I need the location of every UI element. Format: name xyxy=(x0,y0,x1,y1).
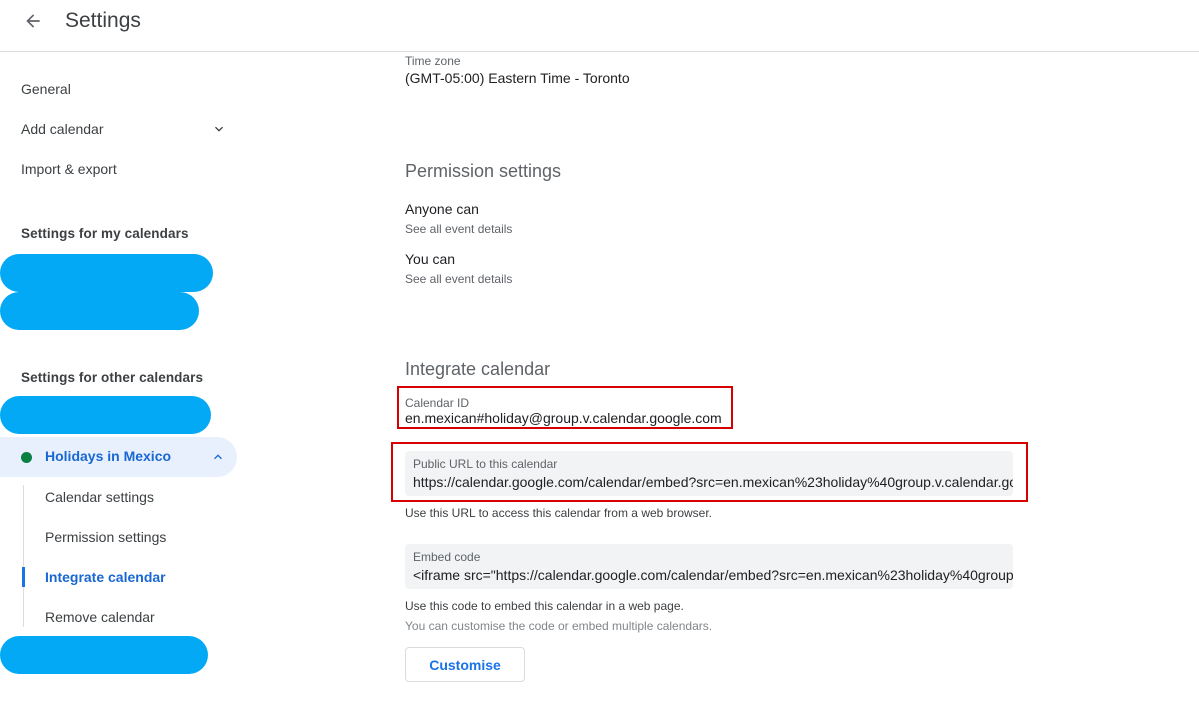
timezone-label: Time zone xyxy=(405,54,461,68)
redacted-calendar-item xyxy=(0,254,213,292)
public-url-field[interactable]: Public URL to this calendar https://cale… xyxy=(405,451,1013,496)
page-title: Settings xyxy=(65,9,141,32)
calendar-id-label: Calendar ID xyxy=(405,396,470,410)
redacted-calendar-item xyxy=(0,396,211,434)
embed-code-hint-secondary: You can customise the code or embed mult… xyxy=(405,619,713,633)
my-calendars-heading: Settings for my calendars xyxy=(21,226,189,241)
sidebar-subitem-remove-calendar[interactable]: Remove calendar xyxy=(45,609,155,625)
chevron-down-icon[interactable] xyxy=(211,121,227,137)
sidebar-subitem-integrate-calendar[interactable]: Integrate calendar xyxy=(45,569,166,585)
anyone-can-label: Anyone can xyxy=(405,201,479,217)
timezone-value: (GMT-05:00) Eastern Time - Toronto xyxy=(405,70,630,86)
embed-code-field[interactable]: Embed code <iframe src="https://calendar… xyxy=(405,544,1013,589)
you-can-label: You can xyxy=(405,251,456,267)
public-url-value: https://calendar.google.com/calendar/emb… xyxy=(413,474,1013,490)
anyone-can-value: See all event details xyxy=(405,222,513,236)
other-calendars-heading: Settings for other calendars xyxy=(21,370,204,385)
chevron-up-icon[interactable] xyxy=(210,449,226,465)
sidebar-item-general[interactable]: General xyxy=(21,79,71,99)
calendar-color-dot xyxy=(21,452,32,463)
back-button[interactable] xyxy=(18,6,48,36)
active-indicator xyxy=(22,567,25,587)
sidebar-item-add-calendar[interactable]: Add calendar xyxy=(21,119,104,139)
sidebar-subitem-calendar-settings[interactable]: Calendar settings xyxy=(45,489,154,505)
redacted-calendar-item xyxy=(0,292,199,330)
redacted-calendar-item xyxy=(0,636,208,674)
calendar-name: Holidays in Mexico xyxy=(45,448,172,464)
top-bar: Settings xyxy=(0,0,1199,52)
submenu-guide-line xyxy=(23,485,24,627)
customise-button[interactable]: Customise xyxy=(405,647,525,682)
sidebar-item-import-export[interactable]: Import & export xyxy=(21,159,117,179)
sidebar-subitem-permission-settings[interactable]: Permission settings xyxy=(45,529,166,545)
public-url-label: Public URL to this calendar xyxy=(413,457,558,471)
you-can-value: See all event details xyxy=(405,272,513,286)
embed-code-hint: Use this code to embed this calendar in … xyxy=(405,599,684,613)
embed-code-label: Embed code xyxy=(413,550,481,564)
calendar-id-value[interactable]: en.mexican#holiday@group.v.calendar.goog… xyxy=(405,410,722,426)
permission-settings-title: Permission settings xyxy=(405,161,562,181)
sidebar-item-holidays-in-mexico[interactable]: Holidays in Mexico xyxy=(0,437,237,477)
arrow-back-icon xyxy=(26,14,40,28)
integrate-calendar-title: Integrate calendar xyxy=(405,359,551,379)
embed-code-value: <iframe src="https://calendar.google.com… xyxy=(413,567,1013,583)
public-url-hint: Use this URL to access this calendar fro… xyxy=(405,506,713,520)
